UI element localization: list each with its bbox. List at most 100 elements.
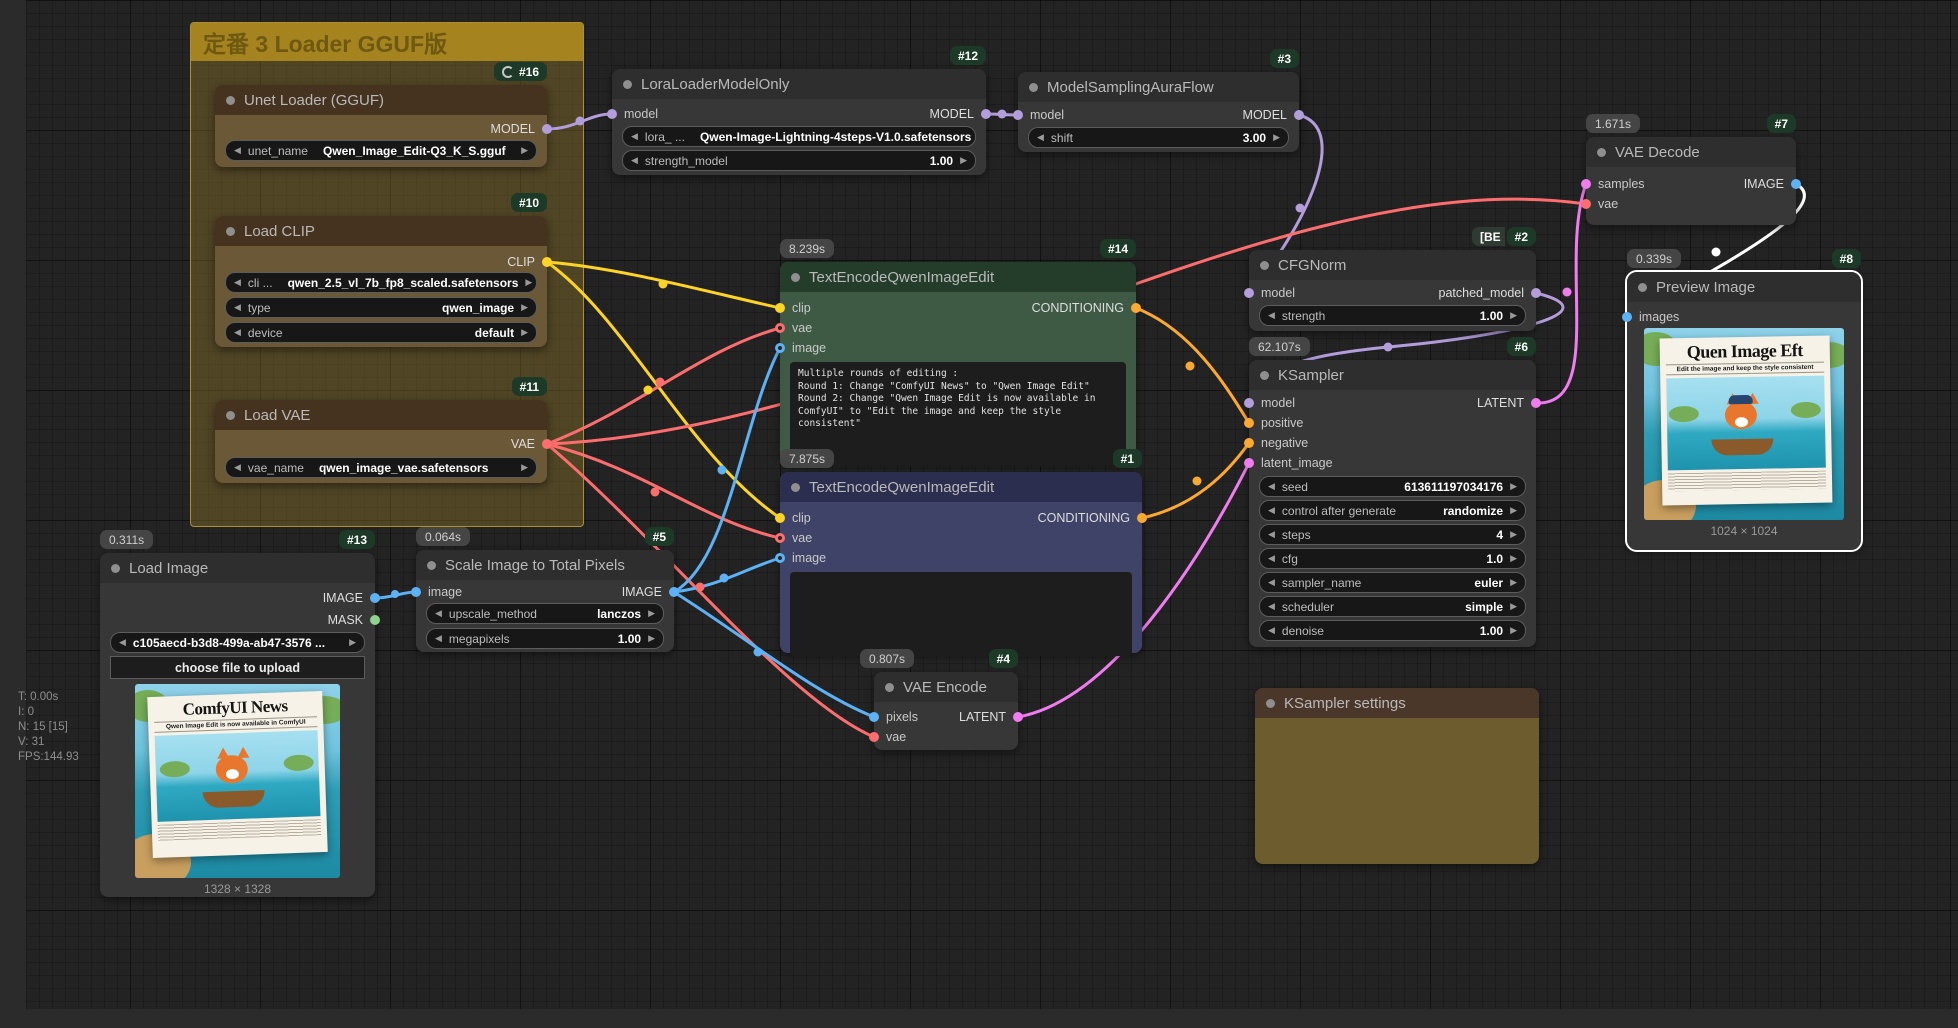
widget-shift[interactable]: ◀ shift 3.00 ▶ [1028, 127, 1289, 148]
collapse-dot-icon[interactable] [111, 564, 120, 573]
positive-input-port[interactable] [1244, 418, 1254, 428]
collapse-dot-icon[interactable] [1260, 261, 1269, 270]
image-output-port[interactable] [370, 593, 380, 603]
conditioning-output-port[interactable] [1131, 303, 1141, 313]
clip-input-port[interactable] [775, 513, 785, 523]
wire-image-loadimage-to-scale[interactable] [375, 592, 416, 598]
node-header[interactable]: VAE Encode [874, 672, 1018, 702]
node-ksampler[interactable]: 62.107s #6 KSampler model positive negat… [1249, 360, 1536, 647]
collapse-dot-icon[interactable] [791, 273, 800, 282]
node-header[interactable]: ModelSamplingAuraFlow [1018, 72, 1299, 102]
model-input-port[interactable] [1244, 288, 1254, 298]
node-vae-decode[interactable]: 1.671s #7 VAE Decode samples vae IMAGE [1586, 137, 1796, 225]
collapse-dot-icon[interactable] [1029, 83, 1038, 92]
clip-output-port[interactable] [542, 257, 552, 267]
combo-right-arrow-icon[interactable]: ▶ [648, 633, 655, 644]
wire-image-scale-to-te1[interactable] [674, 348, 780, 592]
widget-strength[interactable]: ◀ strength 1.00 ▶ [1259, 305, 1526, 326]
widget-device[interactable]: ◀ device default ▶ [225, 322, 537, 343]
prompt-textarea[interactable]: Multiple rounds of editing : Round 1: Ch… [790, 362, 1126, 466]
widget-vae-name[interactable]: ◀ vae_name qwen_image_vae.safetensors ▶ [225, 457, 537, 478]
image-input-port[interactable] [775, 343, 785, 353]
node-header[interactable]: LoraLoaderModelOnly [612, 69, 986, 99]
prompt-textarea[interactable] [790, 572, 1132, 656]
collapse-dot-icon[interactable] [885, 683, 894, 692]
widget-lora-name[interactable]: ◀ lora_ ... Qwen-Image-Lightning-4steps-… [622, 126, 976, 147]
widget-image-file[interactable]: ◀ c105aecd-b3d8-499a-ab47-3576 ... ▶ [110, 632, 365, 653]
combo-left-arrow-icon[interactable]: ◀ [435, 633, 442, 644]
model-output-port[interactable] [1294, 110, 1304, 120]
wire-cond-te2-to-negative[interactable] [1142, 443, 1249, 518]
model-input-port[interactable] [1244, 398, 1254, 408]
node-header[interactable]: Preview Image [1627, 272, 1861, 302]
combo-right-arrow-icon[interactable]: ▶ [521, 145, 528, 156]
combo-right-arrow-icon[interactable]: ▶ [521, 302, 528, 313]
combo-left-arrow-icon[interactable]: ◀ [234, 277, 241, 288]
combo-left-arrow-icon[interactable]: ◀ [631, 155, 638, 166]
combo-right-arrow-icon[interactable]: ▶ [521, 462, 528, 473]
combo-left-arrow-icon[interactable]: ◀ [234, 462, 241, 473]
collapse-dot-icon[interactable] [1597, 148, 1606, 157]
negative-input-port[interactable] [1244, 438, 1254, 448]
widget-type[interactable]: ◀ type qwen_image ▶ [225, 297, 537, 318]
mask-output-port[interactable] [370, 615, 380, 625]
widget-steps[interactable]: ◀ steps 4 ▶ [1259, 524, 1526, 545]
node-header[interactable]: Unet Loader (GGUF) [215, 85, 547, 115]
widget-megapixels[interactable]: ◀ megapixels 1.00 ▶ [426, 628, 664, 649]
image-output-port[interactable] [669, 587, 679, 597]
combo-left-arrow-icon[interactable]: ◀ [1268, 529, 1275, 540]
combo-right-arrow-icon[interactable]: ▶ [521, 327, 528, 338]
node-cfgnorm[interactable]: [BE #2 CFGNorm model patched_model ◀ str… [1249, 250, 1536, 331]
combo-left-arrow-icon[interactable]: ◀ [435, 608, 442, 619]
widget-unet-name[interactable]: ◀ unet_name Qwen_Image_Edit-Q3_K_S.gguf … [225, 140, 537, 161]
combo-left-arrow-icon[interactable]: ◀ [1268, 553, 1275, 564]
widget-clip-name[interactable]: ◀ cli ... qwen_2.5_vl_7b_fp8_scaled.safe… [225, 272, 537, 293]
combo-right-arrow-icon[interactable]: ▶ [1510, 310, 1517, 321]
clip-input-port[interactable] [775, 303, 785, 313]
samples-input-port[interactable] [1581, 179, 1591, 189]
combo-left-arrow-icon[interactable]: ◀ [1268, 625, 1275, 636]
combo-right-arrow-icon[interactable]: ▶ [1510, 601, 1517, 612]
vae-input-port[interactable] [869, 732, 879, 742]
node-scale-image[interactable]: 0.064s #5 Scale Image to Total Pixels im… [416, 550, 674, 652]
collapse-dot-icon[interactable] [791, 483, 800, 492]
conditioning-output-port[interactable] [1137, 513, 1147, 523]
vae-input-port[interactable] [1581, 199, 1591, 209]
choose-file-button[interactable]: choose file to upload [110, 656, 365, 679]
combo-left-arrow-icon[interactable]: ◀ [631, 131, 638, 142]
collapse-dot-icon[interactable] [226, 411, 235, 420]
combo-right-arrow-icon[interactable]: ▶ [1510, 505, 1517, 516]
combo-left-arrow-icon[interactable]: ◀ [1268, 505, 1275, 516]
node-model-sampling-auraflow[interactable]: #3 ModelSamplingAuraFlow model MODEL ◀ s… [1018, 72, 1299, 152]
combo-left-arrow-icon[interactable]: ◀ [1268, 601, 1275, 612]
latent-image-input-port[interactable] [1244, 458, 1254, 468]
widget-upscale-method[interactable]: ◀ upscale_method lanczos ▶ [426, 603, 664, 624]
widget-cfg[interactable]: ◀ cfg 1.0 ▶ [1259, 548, 1526, 569]
collapse-dot-icon[interactable] [1260, 371, 1269, 380]
combo-right-arrow-icon[interactable]: ▶ [960, 155, 967, 166]
combo-left-arrow-icon[interactable]: ◀ [1268, 577, 1275, 588]
combo-right-arrow-icon[interactable]: ▶ [349, 637, 356, 648]
collapse-dot-icon[interactable] [226, 96, 235, 105]
node-header[interactable]: Load CLIP [215, 216, 547, 246]
node-text-encode-negative[interactable]: 7.875s #1 TextEncodeQwenImageEdit clip v… [780, 472, 1142, 653]
combo-right-arrow-icon[interactable]: ▶ [648, 608, 655, 619]
node-unet-loader-gguf[interactable]: #16 Unet Loader (GGUF) MODEL ◀ unet_name… [215, 85, 547, 167]
combo-left-arrow-icon[interactable]: ◀ [1037, 132, 1044, 143]
widget-strength-model[interactable]: ◀ strength_model 1.00 ▶ [622, 150, 976, 171]
combo-right-arrow-icon[interactable]: ▶ [1273, 132, 1280, 143]
latent-output-port[interactable] [1013, 712, 1023, 722]
node-header[interactable]: VAE Decode [1586, 137, 1796, 167]
vae-input-port[interactable] [775, 533, 785, 543]
pixels-input-port[interactable] [869, 712, 879, 722]
collapse-dot-icon[interactable] [226, 227, 235, 236]
node-header[interactable]: CFGNorm [1249, 250, 1536, 280]
wire-latent-ksampler-to-vaedecode[interactable] [1536, 184, 1586, 403]
collapse-dot-icon[interactable] [1266, 699, 1275, 708]
widget-scheduler[interactable]: ◀ scheduler simple ▶ [1259, 596, 1526, 617]
wire-cond-te1-to-positive[interactable] [1136, 308, 1249, 423]
combo-right-arrow-icon[interactable]: ▶ [1510, 625, 1517, 636]
image-input-port[interactable] [775, 553, 785, 563]
node-header[interactable]: TextEncodeQwenImageEdit [780, 472, 1142, 502]
wire-image-scale-to-te2[interactable] [674, 558, 780, 592]
